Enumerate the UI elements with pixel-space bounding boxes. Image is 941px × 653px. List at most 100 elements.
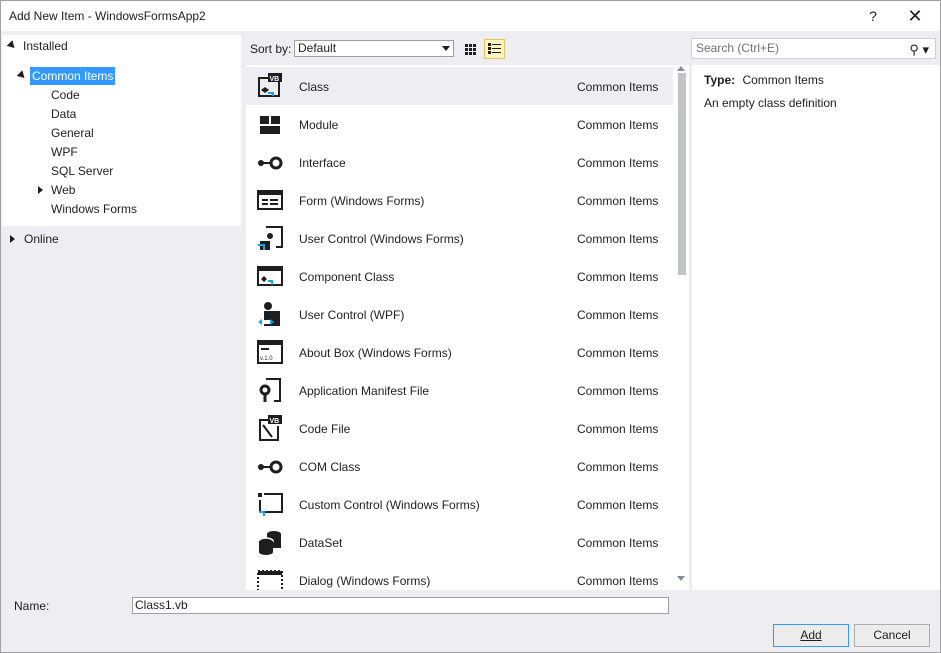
template-name: Module — [299, 118, 339, 132]
search-input[interactable]: Search (Ctrl+E) ⚲ ▾ — [691, 38, 936, 59]
tree-code[interactable]: Code — [51, 86, 80, 104]
svg-text:VB: VB — [270, 418, 280, 425]
manifest-icon — [259, 378, 281, 402]
form-icon — [257, 190, 283, 210]
template-name: Application Manifest File — [299, 384, 430, 398]
search-icon[interactable]: ⚲ ▾ — [909, 40, 929, 59]
template-type: Type: Common Items — [704, 73, 824, 87]
list-view-icon — [488, 43, 501, 54]
template-name: Custom Control (Windows Forms) — [299, 498, 480, 512]
template-list: VB Class Common Items Module Common Item… — [246, 65, 689, 590]
list-item[interactable]: VB Class Common Items — [246, 67, 673, 105]
type-value: Common Items — [742, 73, 824, 87]
template-name: About Box (Windows Forms) — [299, 346, 452, 360]
tree-windows-forms[interactable]: Windows Forms — [51, 200, 137, 218]
list-item[interactable]: Application Manifest File Common Items — [246, 371, 673, 409]
cancel-button-label: Cancel — [873, 628, 911, 642]
add-button[interactable]: Add — [773, 624, 849, 647]
sort-by-label: Sort by: — [250, 42, 292, 56]
tree-installed[interactable]: Installed — [23, 37, 68, 55]
expanded-arrow-icon[interactable] — [16, 70, 28, 81]
about-box-icon: v.1.0 — [257, 340, 283, 364]
template-category: Common Items — [577, 156, 659, 170]
template-name: Code File — [299, 422, 351, 436]
collapsed-arrow-icon[interactable] — [38, 186, 43, 194]
close-button[interactable]: ✕ — [903, 5, 927, 27]
details-view-button[interactable] — [484, 39, 505, 59]
list-item[interactable]: Interface Common Items — [246, 143, 673, 181]
search-placeholder: Search (Ctrl+E) — [696, 41, 780, 55]
template-name: DataSet — [299, 536, 343, 550]
user-control-icon — [258, 226, 283, 250]
com-class-icon — [258, 460, 283, 474]
template-name: Form (Windows Forms) — [299, 194, 425, 208]
template-category: Common Items — [577, 536, 659, 550]
dataset-icon — [258, 531, 281, 555]
template-category: Common Items — [577, 232, 659, 246]
template-category: Common Items — [577, 194, 659, 208]
sort-by-select[interactable]: Default — [294, 40, 454, 57]
tree-data[interactable]: Data — [51, 105, 76, 123]
tree-common-items[interactable]: Common Items — [30, 67, 116, 85]
template-name: COM Class — [299, 460, 361, 474]
list-item[interactable]: Module Common Items — [246, 105, 673, 143]
template-name: Dialog (Windows Forms) — [299, 574, 431, 588]
interface-icon — [258, 156, 283, 170]
template-category: Common Items — [577, 308, 659, 322]
help-button[interactable]: ? — [861, 5, 885, 27]
list-item[interactable]: COM Class Common Items — [246, 447, 673, 485]
list-item[interactable]: DataSet Common Items — [246, 523, 673, 561]
collapsed-arrow-icon[interactable] — [10, 235, 15, 243]
template-name: Interface — [299, 156, 346, 170]
list-item[interactable]: VB Code File Common Items — [246, 409, 673, 447]
template-category: Common Items — [577, 422, 659, 436]
cancel-button[interactable]: Cancel — [854, 624, 930, 647]
details-panel: Type: Common Items An empty class defini… — [692, 65, 940, 590]
expanded-arrow-icon[interactable] — [6, 40, 18, 51]
list-item[interactable]: Dialog (Windows Forms) Common Items — [246, 561, 673, 590]
tree-general[interactable]: General — [51, 124, 94, 142]
name-label: Name: — [14, 599, 50, 613]
dialog-icon — [257, 570, 283, 590]
title-bar: Add New Item - WindowsFormsApp2 ? ✕ — [1, 1, 940, 31]
tree-sql-server[interactable]: SQL Server — [51, 162, 113, 180]
vb-code-file-icon: VB — [259, 415, 282, 441]
svg-text:v.1.0: v.1.0 — [260, 356, 273, 362]
vb-class-icon: VB — [258, 73, 282, 97]
list-item[interactable]: Component Class Common Items — [246, 257, 673, 295]
scrollbar-thumb[interactable] — [678, 73, 686, 275]
add-new-item-dialog: Add New Item - WindowsFormsApp2 ? ✕ Inst… — [0, 0, 941, 653]
module-icon — [260, 116, 280, 134]
list-item[interactable]: Custom Control (Windows Forms) Common It… — [246, 485, 673, 523]
vertical-scrollbar[interactable] — [674, 65, 689, 590]
scroll-up-arrow-icon[interactable] — [677, 66, 685, 71]
installed-panel: Installed Common Items Code Data General… — [2, 35, 241, 226]
wpf-user-control-icon — [258, 302, 280, 326]
template-category: Common Items — [577, 384, 659, 398]
template-name: User Control (WPF) — [299, 308, 405, 322]
medium-icons-view-button[interactable] — [460, 39, 481, 59]
tree-wpf[interactable]: WPF — [51, 143, 78, 161]
custom-control-icon — [258, 493, 283, 516]
template-category: Common Items — [577, 118, 659, 132]
template-category: Common Items — [577, 270, 659, 284]
list-item[interactable]: User Control (Windows Forms) Common Item… — [246, 219, 673, 257]
name-field[interactable]: Class1.vb — [132, 597, 669, 614]
chevron-down-icon — [442, 46, 450, 51]
template-name: User Control (Windows Forms) — [299, 232, 464, 246]
svg-text:VB: VB — [270, 76, 280, 83]
grid-view-icon — [465, 44, 476, 55]
list-item[interactable]: v.1.0 About Box (Windows Forms) Common I… — [246, 333, 673, 371]
add-button-label: Add — [800, 628, 822, 642]
tree-web[interactable]: Web — [51, 181, 75, 199]
template-category: Common Items — [577, 460, 659, 474]
template-category: Common Items — [577, 574, 659, 588]
template-category: Common Items — [577, 80, 659, 94]
tree-online[interactable]: Online — [24, 230, 59, 248]
template-category: Common Items — [577, 498, 659, 512]
component-icon — [257, 266, 283, 286]
template-name: Class — [299, 80, 330, 94]
scroll-down-arrow-icon[interactable] — [677, 576, 685, 581]
list-item[interactable]: User Control (WPF) Common Items — [246, 295, 673, 333]
list-item[interactable]: Form (Windows Forms) Common Items — [246, 181, 673, 219]
